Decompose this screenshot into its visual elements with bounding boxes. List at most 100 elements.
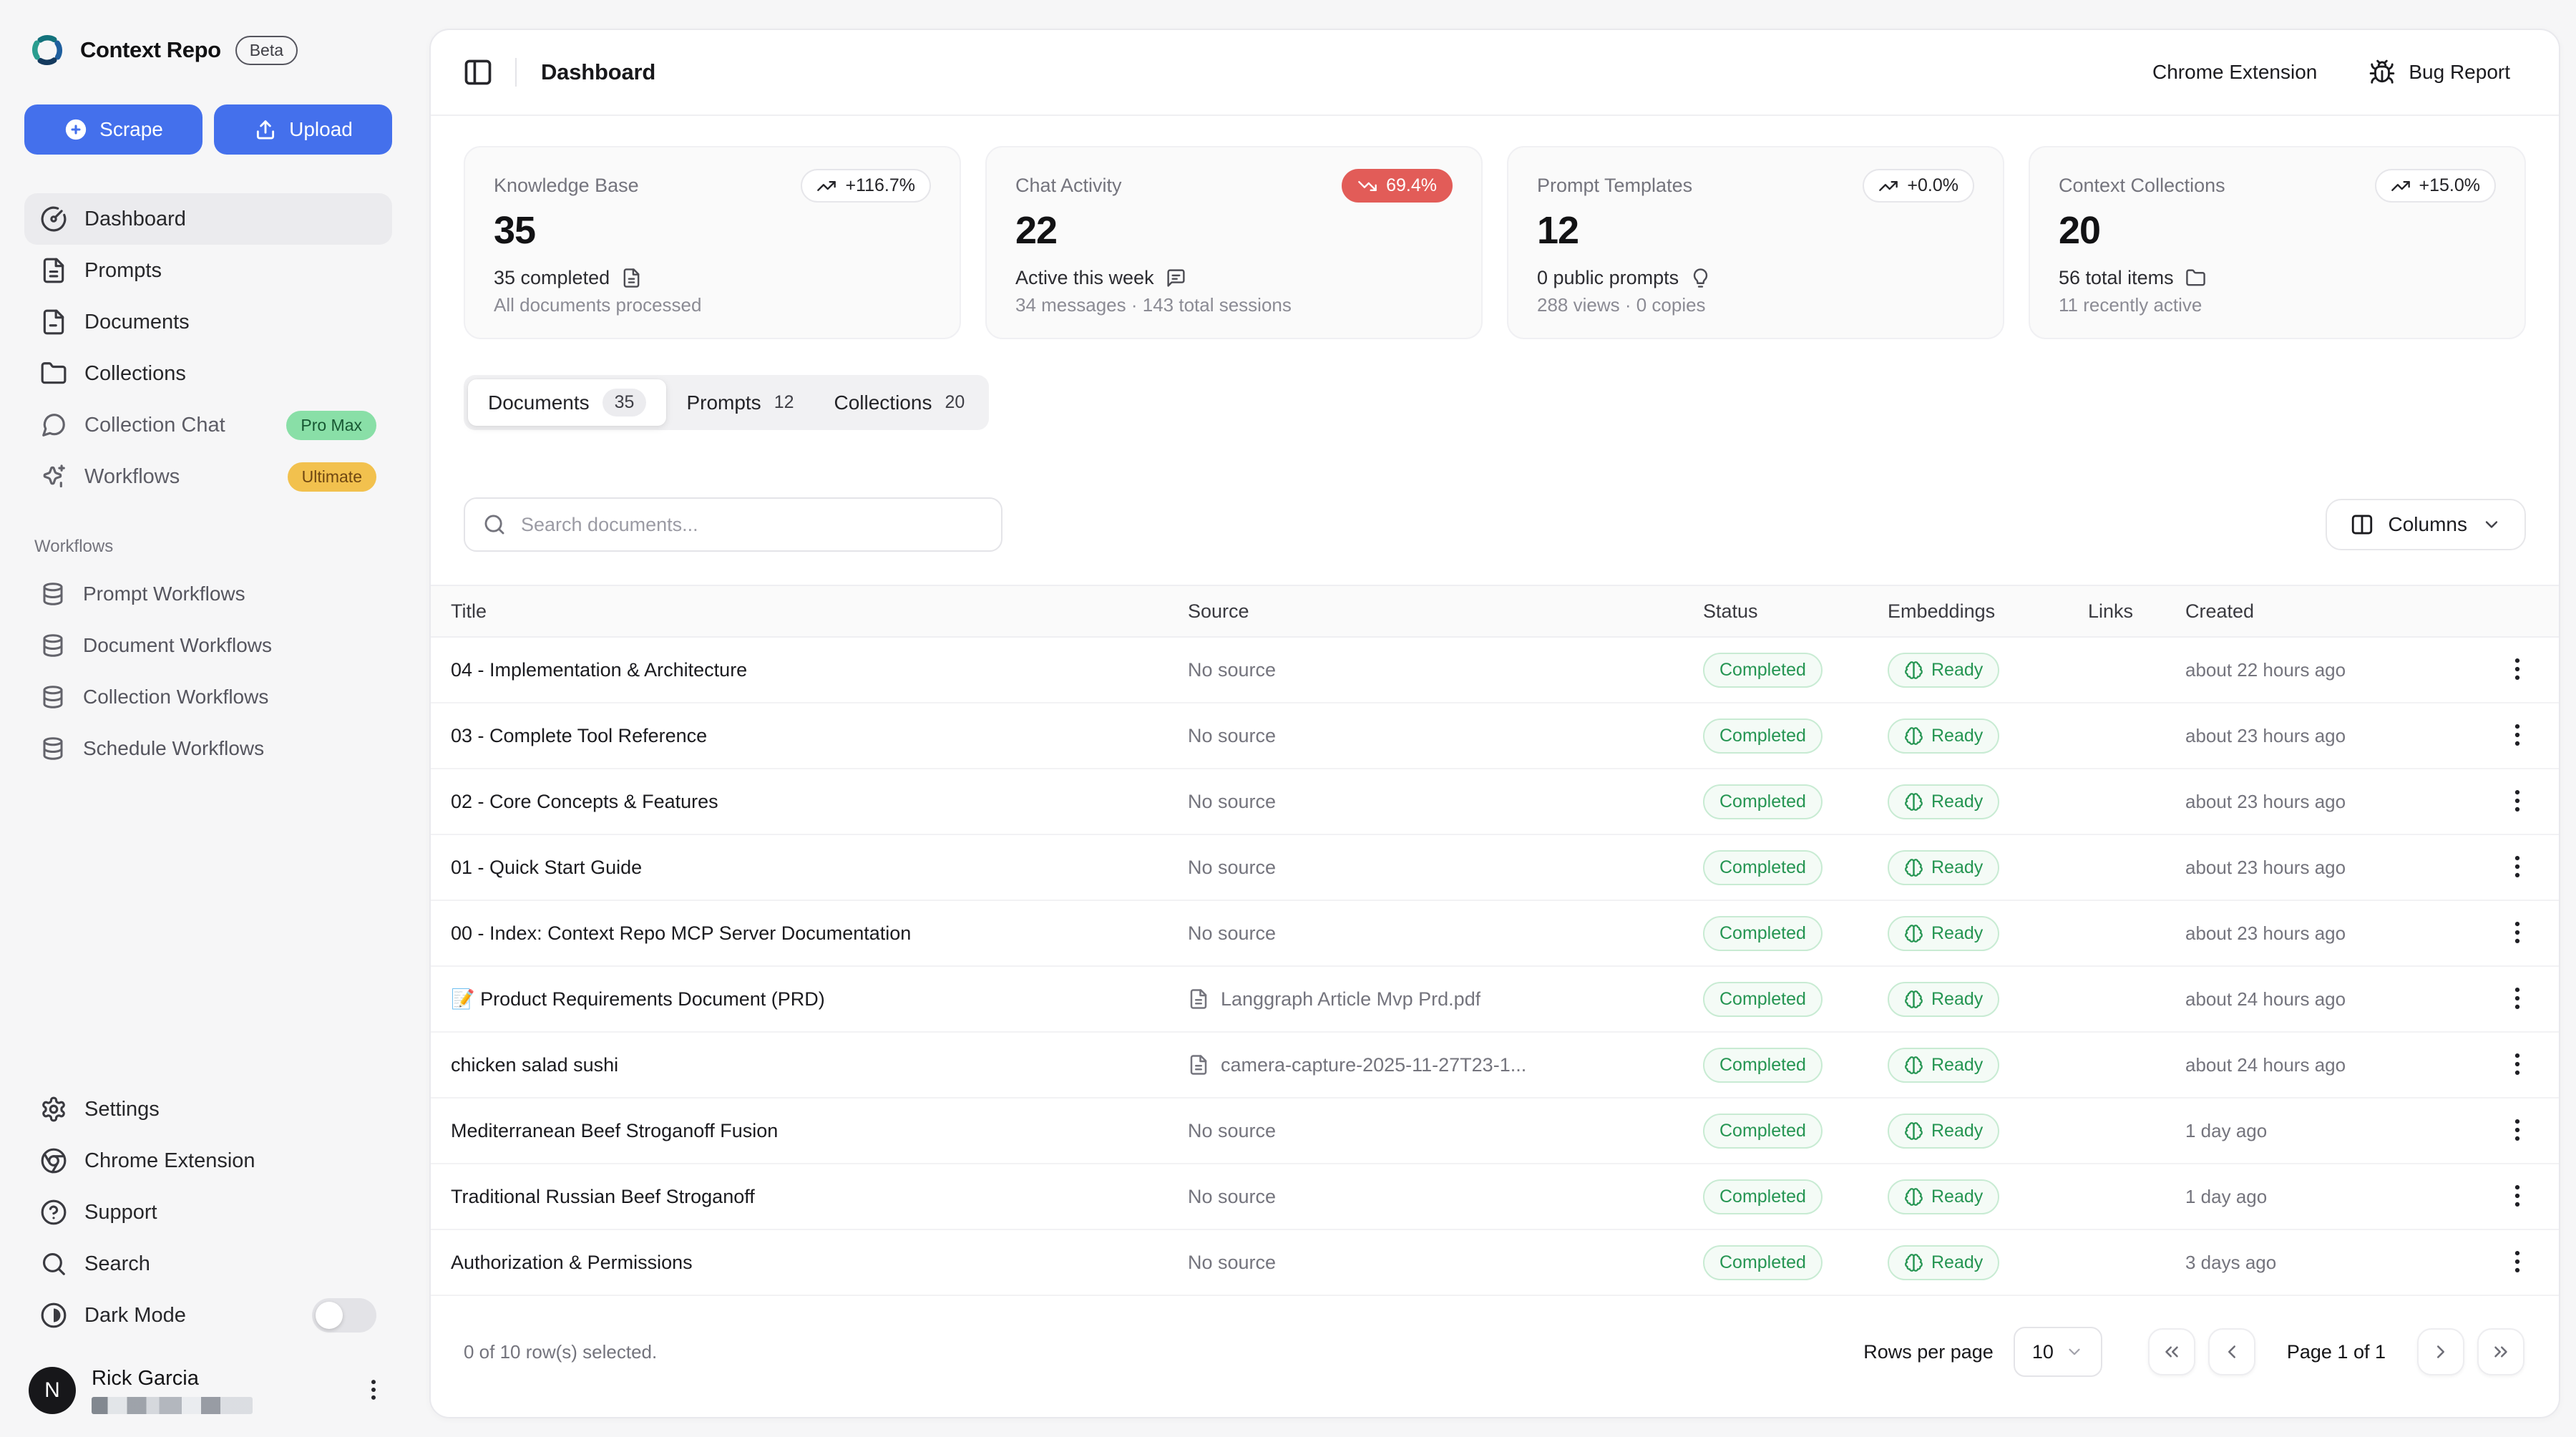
workflow-nav-item[interactable]: Prompt Workflows — [24, 568, 392, 620]
tab[interactable]: Collections 20 — [814, 382, 985, 424]
table-row[interactable]: 02 - Core Concepts & Features No source … — [431, 769, 2559, 835]
sidebar-nav-item[interactable]: Collections — [24, 348, 392, 399]
table-row[interactable]: chicken salad sushi camera-capture-2025-… — [431, 1033, 2559, 1099]
row-actions-button[interactable] — [2502, 648, 2533, 691]
last-page-button[interactable] — [2477, 1328, 2524, 1375]
doc-title: Mediterranean Beef Stroganoff Fusion — [451, 1120, 1188, 1142]
row-actions-button[interactable] — [2502, 714, 2533, 757]
sidebar-footer-item[interactable]: Settings — [24, 1083, 392, 1135]
table-row[interactable]: Traditional Russian Beef Stroganoff No s… — [431, 1164, 2559, 1230]
file-text-icon — [621, 268, 642, 288]
upload-button[interactable]: Upload — [214, 104, 392, 155]
sidebar-nav-label: Prompts — [84, 259, 162, 283]
sidebar-footer-label: Chrome Extension — [84, 1149, 255, 1173]
sidebar-footer-label: Settings — [84, 1098, 160, 1121]
sidebar-nav-item[interactable]: Dashboard — [24, 193, 392, 245]
doc-created: about 24 hours ago — [2185, 1054, 2457, 1076]
dark-mode-row[interactable]: Dark Mode — [24, 1290, 392, 1341]
sidebar-nav-item[interactable]: Workflows Ultimate — [24, 451, 392, 502]
stat-line2: 34 messages · 143 total sessions — [1015, 294, 1453, 316]
plus-circle-icon — [64, 117, 88, 142]
sidebar-nav-item[interactable]: Documents — [24, 296, 392, 348]
sidebar-footer-label: Search — [84, 1252, 150, 1276]
table-row[interactable]: 00 - Index: Context Repo MCP Server Docu… — [431, 901, 2559, 967]
row-actions-button[interactable] — [2502, 846, 2533, 889]
status-badge: Completed — [1703, 850, 1823, 885]
sidebar-footer-item[interactable]: Support — [24, 1187, 392, 1238]
column-header[interactable]: Title — [451, 600, 1188, 623]
tab[interactable]: Documents 35 — [468, 379, 666, 426]
column-header[interactable]: Source — [1188, 600, 1703, 623]
chrome-icon — [40, 1147, 67, 1174]
row-actions-button[interactable] — [2502, 780, 2533, 823]
stat-line1: 0 public prompts — [1537, 267, 1679, 289]
lightbulb-icon — [1690, 268, 1711, 288]
chrome-extension-link[interactable]: Chrome Extension — [2148, 60, 2321, 84]
table-row[interactable]: Mediterranean Beef Stroganoff Fusion No … — [431, 1099, 2559, 1164]
tab-count: 35 — [602, 389, 647, 417]
table-row[interactable]: 01 - Quick Start Guide No source Complet… — [431, 835, 2559, 901]
sidebar-footer-item[interactable]: Chrome Extension — [24, 1135, 392, 1187]
sidebar-nav-item[interactable]: Collection Chat Pro Max — [24, 399, 392, 451]
trend-badge: 69.4% — [1342, 169, 1453, 203]
row-actions-button[interactable] — [2502, 1175, 2533, 1218]
table-row[interactable]: 04 - Implementation & Architecture No so… — [431, 638, 2559, 703]
previous-page-button[interactable] — [2208, 1328, 2255, 1375]
dark-mode-switch[interactable] — [312, 1298, 376, 1333]
doc-source: No source — [1188, 1252, 1276, 1274]
workflow-nav-item[interactable]: Schedule Workflows — [24, 723, 392, 774]
row-actions-button[interactable] — [2502, 1109, 2533, 1152]
row-actions-button[interactable] — [2502, 912, 2533, 955]
workflow-nav-item[interactable]: Document Workflows — [24, 620, 392, 671]
brain-icon — [1904, 661, 1923, 680]
user-row[interactable]: N Rick Garcia — [24, 1363, 392, 1416]
status-badge: Completed — [1703, 1114, 1823, 1149]
message-circle-icon — [40, 411, 67, 439]
workflow-nav-item[interactable]: Collection Workflows — [24, 671, 392, 723]
embeddings-badge: Ready — [1888, 1245, 1999, 1280]
page-size-select[interactable]: 10 — [2014, 1327, 2102, 1377]
table-row[interactable]: 03 - Complete Tool Reference No source C… — [431, 703, 2559, 769]
trending-down-icon — [1357, 176, 1377, 196]
doc-source: No source — [1188, 659, 1276, 681]
doc-created: about 23 hours ago — [2185, 791, 2457, 813]
scrape-button[interactable]: Scrape — [24, 104, 203, 155]
help-circle-icon — [40, 1199, 67, 1226]
sidebar-nav-item[interactable]: Prompts — [24, 245, 392, 296]
status-badge: Completed — [1703, 1245, 1823, 1280]
main-panel: Dashboard Chrome Extension — [429, 29, 2560, 1418]
columns-button[interactable]: Columns — [2326, 499, 2526, 550]
documents-table: TitleSourceStatusEmbeddingsLinksCreated … — [431, 585, 2559, 1296]
row-actions-button[interactable] — [2502, 978, 2533, 1020]
sparkles-icon — [40, 463, 67, 490]
row-actions-button[interactable] — [2502, 1043, 2533, 1086]
brain-icon — [1904, 858, 1923, 877]
folder-icon — [2185, 268, 2206, 288]
search-box[interactable] — [464, 497, 1002, 552]
avatar: N — [29, 1367, 76, 1414]
user-menu-button[interactable] — [359, 1373, 388, 1408]
doc-created: 3 days ago — [2185, 1252, 2457, 1274]
row-actions-button[interactable] — [2502, 1241, 2533, 1284]
sidebar-footer-item[interactable]: Search — [24, 1238, 392, 1290]
sidebar-nav: Dashboard Prompts Documents C — [24, 193, 392, 502]
stat-card: Context Collections +15.0% 20 56 to — [2029, 146, 2526, 339]
first-page-button[interactable] — [2148, 1328, 2195, 1375]
trending-up-icon — [1878, 176, 1898, 196]
column-header[interactable]: Status — [1703, 600, 1888, 623]
search-input[interactable] — [519, 513, 984, 537]
workflow-nav-label: Schedule Workflows — [83, 737, 264, 760]
tab[interactable]: Prompts 12 — [666, 382, 814, 424]
sidebar-toggle-button[interactable] — [462, 57, 494, 88]
column-header[interactable]: Created — [2185, 600, 2457, 623]
bug-report-link[interactable]: Bug Report — [2364, 58, 2514, 87]
table-row[interactable]: 📝 Product Requirements Document (PRD) La… — [431, 967, 2559, 1033]
stat-card: Chat Activity 69.4% 22 Active this — [985, 146, 1483, 339]
next-page-button[interactable] — [2417, 1328, 2464, 1375]
column-header[interactable]: Links — [2088, 600, 2185, 623]
table-row[interactable]: Authorization & Permissions No source Co… — [431, 1230, 2559, 1296]
embeddings-badge: Ready — [1888, 1179, 1999, 1214]
column-header[interactable]: Embeddings — [1888, 600, 2088, 623]
doc-source: No source — [1188, 791, 1276, 813]
trend-value: +0.0% — [1907, 175, 1958, 196]
